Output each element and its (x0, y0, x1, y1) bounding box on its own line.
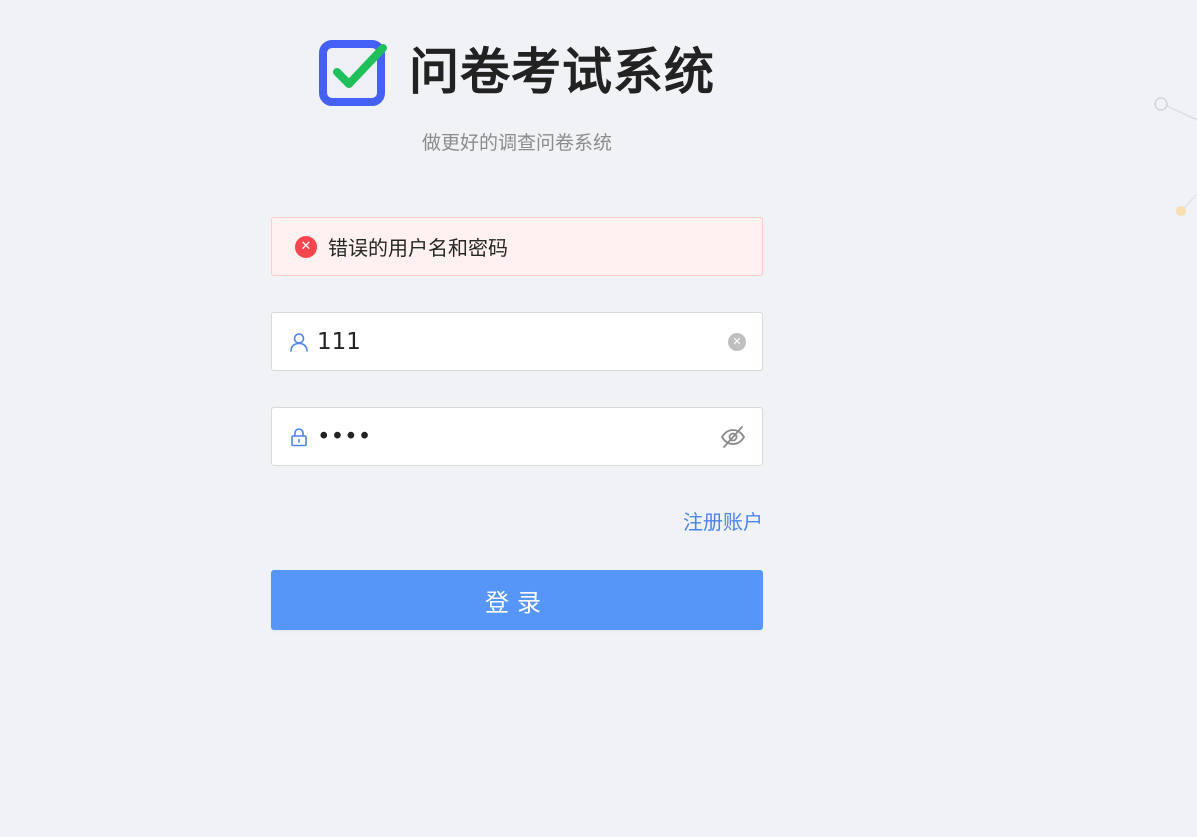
register-link[interactable]: 注册账户 (683, 510, 763, 534)
error-alert: ✕ 错误的用户名和密码 (271, 217, 763, 276)
login-button[interactable]: 登录 (271, 570, 763, 630)
password-field[interactable] (271, 407, 763, 466)
checkbox-logo-icon (319, 40, 387, 106)
login-form: ✕ 错误的用户名和密码 ✕ 注册账户 (271, 217, 763, 630)
app-title: 问卷考试系统 (409, 43, 715, 101)
error-circle-icon: ✕ (295, 235, 317, 258)
login-page: 问卷考试系统 做更好的调查问卷系统 ✕ 错误的用户名和密码 ✕ (0, 0, 1197, 837)
eye-hidden-icon[interactable] (720, 424, 746, 450)
header: 问卷考试系统 (0, 38, 1034, 106)
error-alert-message: 错误的用户名和密码 (328, 236, 508, 260)
app-subtitle: 做更好的调查问卷系统 (421, 132, 612, 154)
password-input[interactable] (317, 416, 720, 457)
clear-icon[interactable]: ✕ (728, 332, 746, 351)
register-row: 注册账户 (271, 506, 763, 534)
lock-icon (291, 427, 307, 446)
username-field[interactable]: ✕ (271, 312, 763, 371)
user-icon (290, 332, 308, 352)
username-input[interactable] (317, 321, 728, 362)
